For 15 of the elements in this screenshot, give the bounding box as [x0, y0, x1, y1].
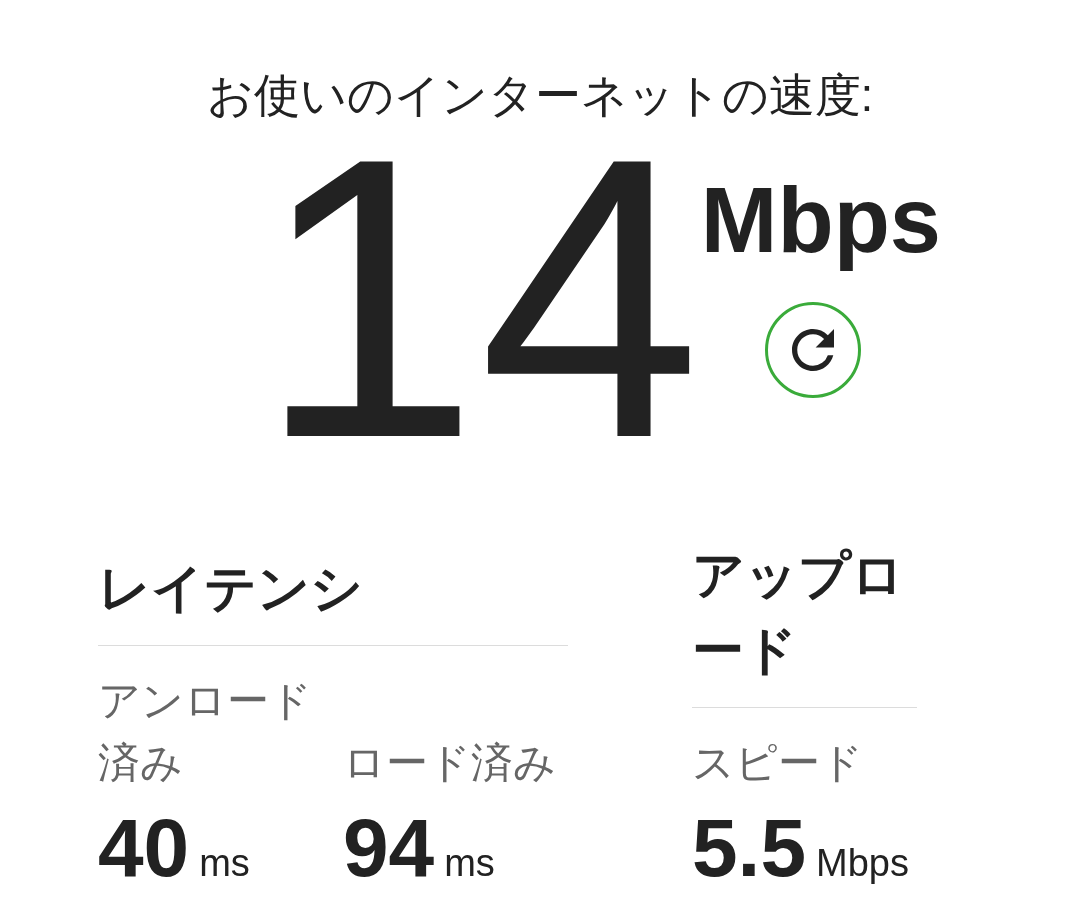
section-heading: レイテンシ: [98, 558, 364, 620]
speed-unit: Mbps: [700, 168, 941, 273]
section-heading: アップロード: [692, 545, 905, 682]
metric-unit: Mbps: [816, 843, 909, 885]
metric-value: 94: [343, 807, 435, 890]
metric-value: 5.5: [692, 807, 806, 890]
metric-unit: ms: [199, 843, 250, 885]
refresh-icon: [791, 328, 834, 371]
speed-heading: お使いのインターネットの速度:: [205, 68, 875, 123]
metric-value: 40: [98, 807, 190, 890]
metric-label: アンロード済み: [98, 676, 313, 789]
metric-unit: ms: [444, 843, 495, 885]
metric-label: ロード済み: [343, 738, 557, 789]
speed-value: 14: [257, 139, 701, 459]
metric-label: スピード: [692, 738, 864, 789]
